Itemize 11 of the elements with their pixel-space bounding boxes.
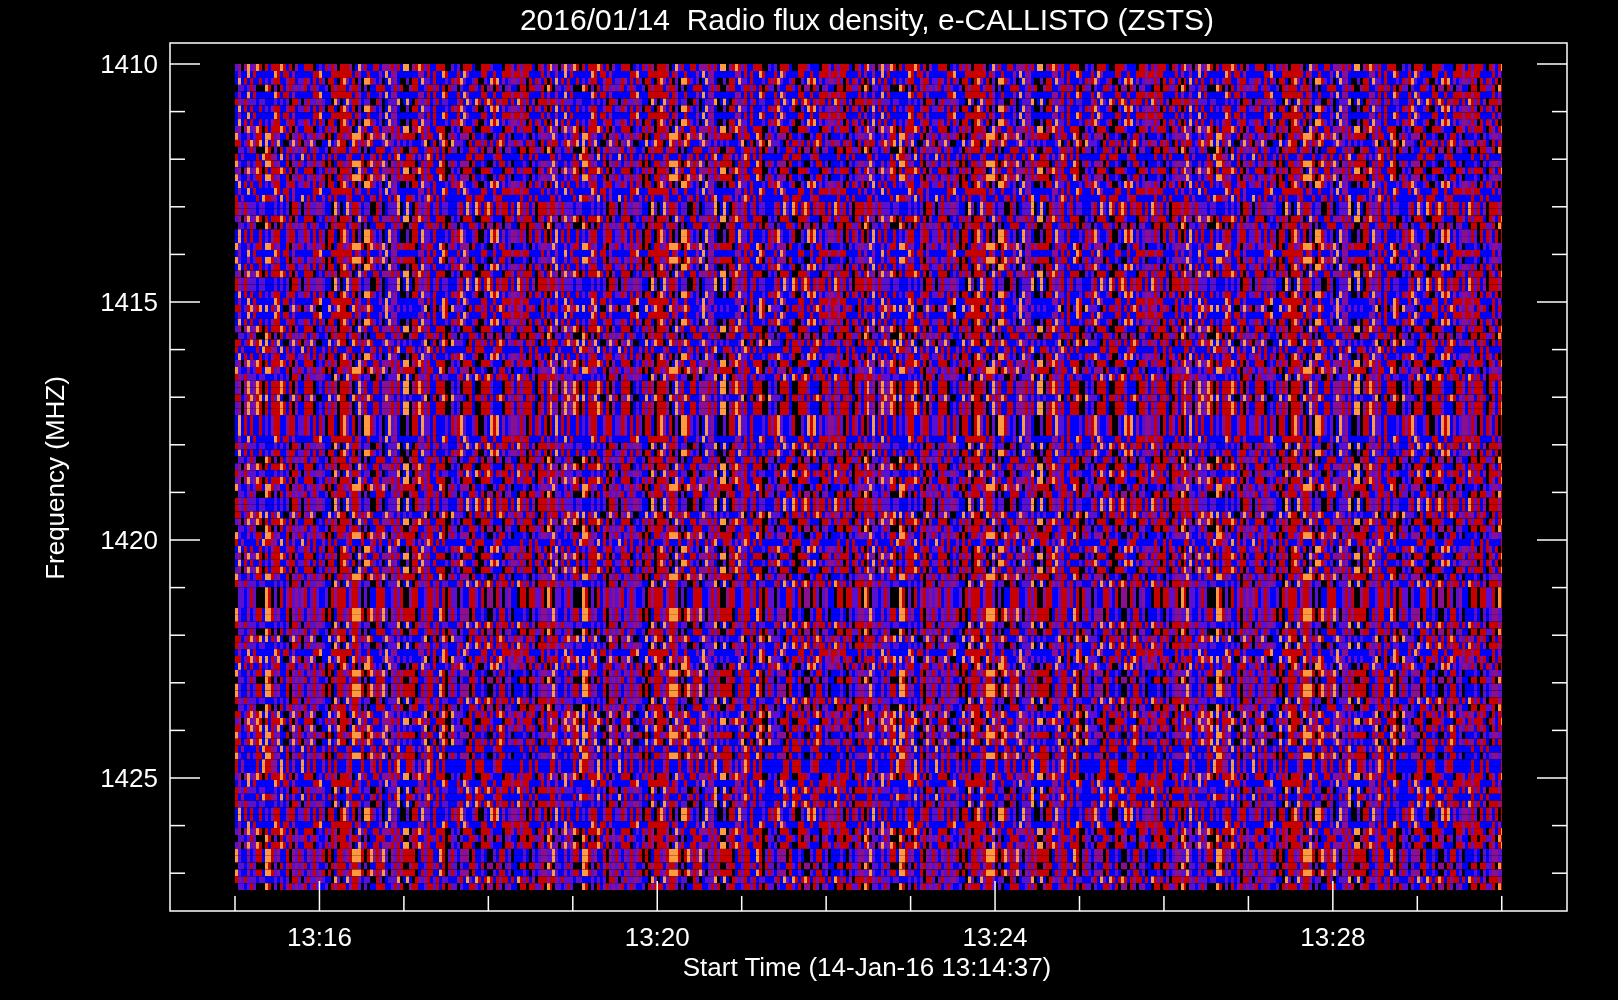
chart-title: 2016/01/14 Radio flux density, e-CALLISTO (ZSTS) [519, 3, 1215, 36]
x-tick-label: 13:20 [624, 922, 690, 952]
x-tick-label: 13:28 [1300, 922, 1366, 952]
y-tick-label: 1410 [100, 49, 158, 79]
x-tick-label: 13:24 [962, 922, 1028, 952]
y-tick-label: 1420 [100, 525, 158, 555]
y-tick-label: 1425 [100, 763, 158, 793]
x-axis-title: Start Time (14-Jan-16 13:14:37) [682, 952, 1052, 982]
y-axis-title: Frequency (MHZ) [40, 376, 70, 580]
x-tick-label: 13:16 [286, 922, 352, 952]
y-tick-label: 1415 [100, 287, 158, 317]
